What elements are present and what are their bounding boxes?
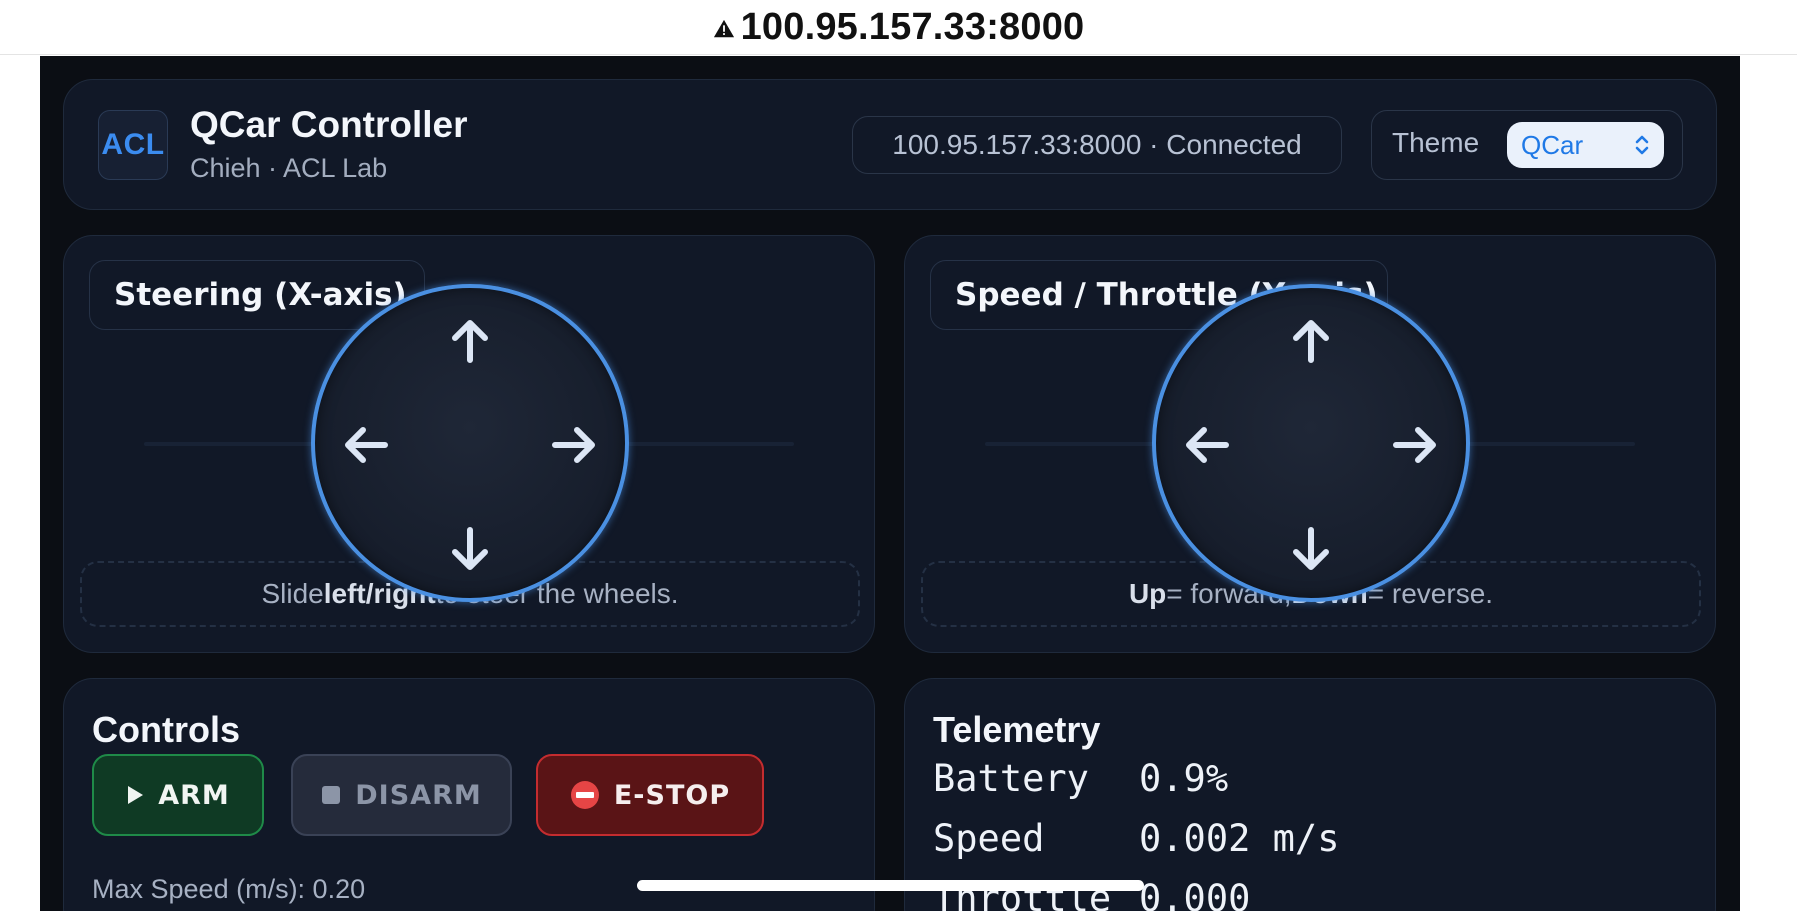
connection-status: 100.95.157.33:8000 · Connected [852, 116, 1342, 174]
app-title: QCar Controller [190, 104, 468, 145]
theme-select-value: QCar [1521, 129, 1584, 160]
telemetry-key: Speed [933, 817, 1045, 860]
address-url: 100.95.157.33:8000 [740, 5, 1085, 48]
steering-joystick[interactable] [311, 284, 629, 602]
arrow-down-icon [452, 527, 488, 570]
telemetry-row-battery: Battery 0.9% [933, 757, 1228, 800]
controls-card: Controls ARM DISARM E-STOP Max Speed (m/… [63, 678, 875, 911]
no-entry-icon [570, 780, 600, 810]
home-indicator[interactable] [637, 880, 1144, 891]
app-subtitle: Chieh · ACL Lab [190, 153, 388, 183]
arrow-down-icon [1293, 527, 1329, 570]
arm-button[interactable]: ARM [92, 754, 264, 836]
telemetry-value: 0.002 m/s [1139, 817, 1340, 860]
estop-label: E-STOP [613, 779, 731, 811]
telemetry-title: Telemetry [933, 709, 1101, 750]
throttle-joystick[interactable] [1152, 284, 1470, 602]
app-viewport: ACL QCar Controller Chieh · ACL Lab 100.… [40, 56, 1740, 911]
address-bar[interactable]: 100.95.157.33:8000 [0, 0, 1797, 55]
theme-picker: Theme QCar [1371, 110, 1683, 180]
theme-select[interactable]: QCar [1507, 122, 1664, 168]
select-chevron-icon [1635, 135, 1649, 155]
steering-hint-pre: Slide [261, 578, 324, 609]
disarm-label: DISARM [355, 779, 482, 811]
telemetry-value: 0.9% [1139, 757, 1229, 800]
telemetry-card: Telemetry Battery 0.9% Speed 0.002 m/s Thr… [904, 678, 1716, 911]
warning-icon [713, 19, 734, 38]
arrow-up-icon [452, 320, 488, 363]
telemetry-key: Battery [933, 757, 1089, 800]
arrow-left-icon [345, 427, 388, 463]
stop-icon [321, 785, 341, 805]
play-icon [126, 785, 144, 805]
logo: ACL [98, 110, 168, 180]
app-header: ACL QCar Controller Chieh · ACL Lab 100.… [63, 79, 1717, 210]
arrow-left-icon [1186, 427, 1229, 463]
throttle-card: Speed / Throttle (Y-axis) Up = forward, … [904, 235, 1716, 653]
logo-text: ACL [101, 128, 165, 161]
arrow-up-icon [1293, 320, 1329, 363]
estop-button[interactable]: E-STOP [536, 754, 764, 836]
telemetry-row-speed: Speed 0.002 m/s [933, 817, 1339, 860]
disarm-button[interactable]: DISARM [291, 754, 512, 836]
telemetry-value: 0.000 [1139, 877, 1251, 911]
max-speed-label: Max Speed (m/s): 0.20 [92, 874, 366, 904]
arrow-right-icon [552, 427, 595, 463]
controls-title: Controls [92, 709, 240, 750]
arm-label: ARM [158, 779, 230, 811]
arrow-right-icon [1393, 427, 1436, 463]
throttle-hint-up: Up [1128, 578, 1167, 609]
theme-label: Theme [1392, 127, 1480, 158]
steering-card: Steering (X-axis) Slide left/right to st… [63, 235, 875, 653]
